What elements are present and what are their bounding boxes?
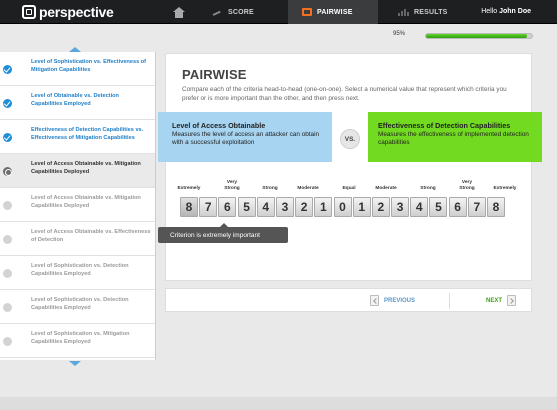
- pending-circle-icon: [3, 201, 12, 210]
- progress-fill: [426, 34, 527, 38]
- scale-option[interactable]: 2: [295, 197, 314, 217]
- top-bar: perspective SCORE PAIRWISE RESULTS Hello…: [0, 0, 557, 24]
- sidebar-item[interactable]: Effectiveness of Detection Capabilities …: [0, 120, 155, 154]
- sidebar-item-label: Level of Obtainable vs. Detection Capabi…: [31, 93, 119, 107]
- pending-circle-icon: [3, 235, 12, 244]
- sidebar-item-label: Level of Sophistication vs. Detection Ca…: [31, 263, 129, 277]
- divider: [449, 293, 450, 309]
- scale-labels: Extremely Very Strong Strong Moderate Eq…: [166, 178, 533, 198]
- sidebar-item[interactable]: Level of Access Obtainable vs. Mitigatio…: [0, 188, 155, 222]
- sidebar-item[interactable]: Level of Access Obtainable vs. Effective…: [0, 222, 155, 256]
- right-criterion-card: Effectiveness of Detection Capabilities …: [368, 112, 542, 162]
- sidebar-item-label: Level of Sophistication vs. Effectivenes…: [31, 59, 147, 73]
- bar-chart-icon: [398, 8, 409, 16]
- page-title: PAIRWISE: [182, 67, 247, 82]
- pending-circle-icon: [3, 337, 12, 346]
- logo-icon: [22, 5, 36, 19]
- sidebar-item-label: Effectiveness of Detection Capabilities …: [31, 127, 144, 141]
- bottom-strip: [0, 397, 557, 410]
- right-criterion-description: Measures the effectiveness of implemente…: [378, 131, 529, 146]
- sidebar-item-label: Level of Access Obtainable vs. Mitigatio…: [31, 161, 141, 175]
- scale-option[interactable]: 4: [410, 197, 429, 217]
- scale-option[interactable]: 8: [180, 197, 198, 217]
- scale-option[interactable]: 6: [218, 197, 237, 217]
- right-criterion-title: Effectiveness of Detection Capabilities: [378, 121, 511, 130]
- selection-tooltip: Criterion is extremely important: [158, 223, 288, 243]
- vs-badge: VS.: [340, 129, 360, 149]
- scale-option[interactable]: 5: [429, 197, 448, 217]
- comparison-sidebar: Level of Sophistication vs. Effectivenes…: [0, 52, 156, 360]
- sidebar-item[interactable]: Level of Sophistication vs. Detection Ca…: [0, 290, 155, 324]
- sidebar-item-label: Level of Sophistication vs. Mitigation C…: [31, 331, 130, 345]
- scale-label-strong-right: Strong: [420, 186, 436, 191]
- scale-label-extremely-right: Extremely: [493, 186, 517, 191]
- user-greeting[interactable]: Hello John Doe: [481, 8, 531, 15]
- scale-option[interactable]: 1: [314, 197, 333, 217]
- sidebar-item-label: Level of Access Obtainable vs. Effective…: [31, 229, 151, 243]
- sidebar-item-label: Level of Access Obtainable vs. Mitigatio…: [31, 195, 141, 209]
- scale-label-extremely-left: Extremely: [177, 186, 201, 191]
- user-name: John Doe: [499, 8, 531, 15]
- tab-pairwise[interactable]: PAIRWISE: [288, 0, 378, 24]
- sidebar-item[interactable]: Level of Sophistication vs. Detection Ca…: [0, 256, 155, 290]
- app-name: perspective: [39, 4, 114, 20]
- check-circle-icon: [3, 65, 12, 74]
- scale-label-moderate-right: Moderate: [375, 186, 397, 191]
- chevron-left-icon: [370, 295, 379, 306]
- scale-label-very-strong-right: Very Strong: [459, 180, 475, 191]
- scale-label-moderate-left: Moderate: [297, 186, 319, 191]
- app-logo[interactable]: perspective: [22, 4, 114, 20]
- left-criterion-title: Level of Access Obtainable: [172, 121, 266, 130]
- sidebar-scroll-down-icon[interactable]: [69, 361, 81, 366]
- pairwise-panel: PAIRWISE Compare each of the criteria he…: [158, 53, 542, 281]
- scale-option[interactable]: 6: [448, 197, 467, 217]
- check-circle-icon: [3, 133, 12, 142]
- rating-scale: 87654321012345678: [180, 197, 506, 217]
- home-icon: [173, 6, 185, 18]
- pending-circle-icon: [3, 269, 12, 278]
- scale-label-very-strong-left: Very Strong: [224, 180, 240, 191]
- sidebar-item[interactable]: Level of Sophistication vs. Effectivenes…: [0, 52, 155, 86]
- tab-results[interactable]: RESULTS: [378, 0, 468, 24]
- left-criterion-description: Measures the level of access an attacker…: [172, 131, 320, 146]
- scale-option[interactable]: 2: [371, 197, 390, 217]
- sidebar-item[interactable]: Level of Obtainable vs. Detection Capabi…: [0, 86, 155, 120]
- instructions: Compare each of the criteria head-to-hea…: [182, 86, 507, 102]
- scale-option[interactable]: 4: [256, 197, 275, 217]
- scale-label-equal: Equal: [342, 186, 356, 191]
- progress-row: 95%: [0, 24, 557, 46]
- current-circle-icon: [3, 167, 12, 176]
- sidebar-item-label: Level of Sophistication vs. Detection Ca…: [31, 297, 129, 311]
- step-navigation: PREVIOUS NEXT: [165, 288, 532, 312]
- chevron-right-icon: [507, 295, 517, 306]
- chart-line-icon: [213, 8, 223, 16]
- next-button[interactable]: NEXT: [486, 295, 517, 306]
- scale-option[interactable]: 0: [333, 197, 352, 217]
- left-criterion-card: Level of Access Obtainable Measures the …: [158, 112, 332, 162]
- previous-button[interactable]: PREVIOUS: [370, 295, 415, 306]
- pairwise-icon: [302, 8, 312, 16]
- progress-bar: [425, 33, 533, 39]
- scale-option[interactable]: 3: [275, 197, 294, 217]
- check-circle-icon: [3, 99, 12, 108]
- home-button[interactable]: [160, 0, 198, 24]
- progress-percent: 95%: [393, 31, 406, 37]
- scale-option[interactable]: 8: [487, 197, 505, 217]
- scale-option[interactable]: 7: [199, 197, 218, 217]
- sidebar-item[interactable]: Level of Sophistication vs. Mitigation C…: [0, 324, 155, 358]
- scale-option[interactable]: 7: [467, 197, 486, 217]
- sidebar-item[interactable]: Level of Access Obtainable vs. Mitigatio…: [0, 154, 155, 188]
- pending-circle-icon: [3, 303, 12, 312]
- scale-option[interactable]: 5: [237, 197, 256, 217]
- tab-score[interactable]: SCORE: [198, 0, 288, 24]
- scale-label-strong-left: Strong: [262, 186, 278, 191]
- scale-option[interactable]: 1: [352, 197, 371, 217]
- scale-option[interactable]: 3: [391, 197, 410, 217]
